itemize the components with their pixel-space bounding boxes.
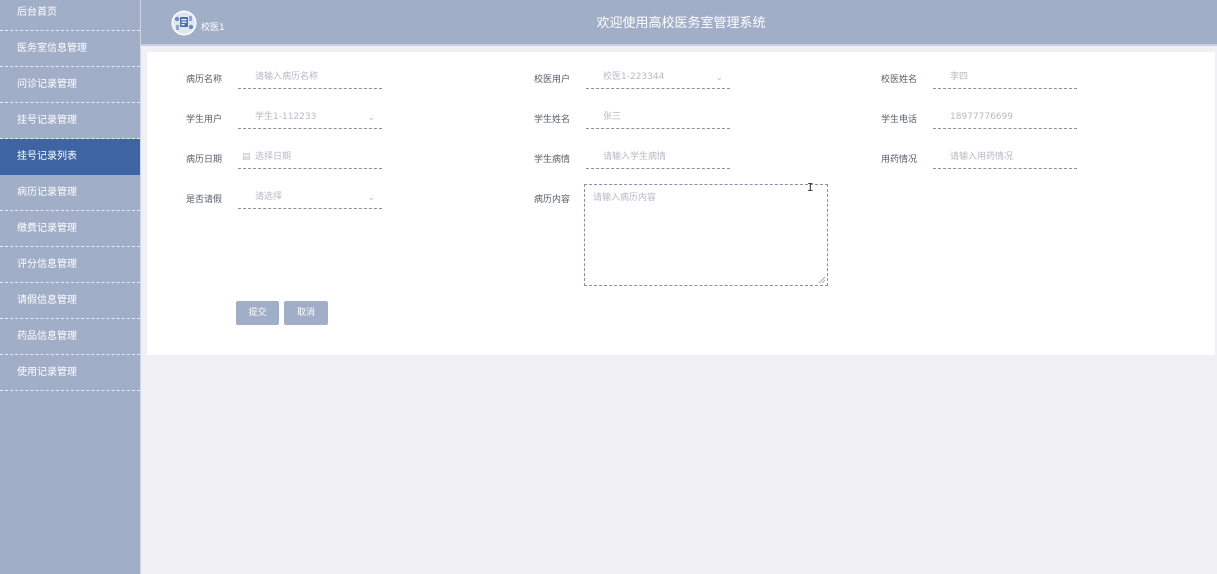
text-cursor-icon: I (807, 181, 814, 194)
student-phone-value: 18977776699 (950, 112, 1013, 122)
chevron-down-icon: ⌄ (715, 73, 723, 83)
submit-button[interactable]: 提交 (236, 301, 279, 325)
record-name-input[interactable]: 请输入病历名称 (238, 65, 382, 89)
header-bar: 校医1 欢迎使用高校医务室管理系统 (141, 0, 1217, 46)
student-user-label: 学生用户 (186, 115, 223, 125)
student-phone-input[interactable]: 18977776699 (933, 105, 1077, 129)
calendar-icon: ▤ (242, 152, 251, 162)
doctor-name-value: 李四 (950, 72, 969, 82)
sidebar-item-clinic-info[interactable]: 医务室信息管理 (0, 31, 140, 67)
record-name-placeholder: 请输入病历名称 (255, 72, 319, 82)
medication-input[interactable]: 请输入用药情况 (933, 145, 1077, 169)
sidebar: 后台首页 医务室信息管理 问诊记录管理 挂号记录管理 挂号记录列表 病历记录管理… (0, 0, 141, 574)
doctor-name-input[interactable]: 李四 (933, 65, 1077, 89)
leave-select[interactable]: 请选择 ⌄ (238, 185, 382, 209)
record-content-label: 病历内容 (534, 195, 571, 205)
student-name-label: 学生姓名 (534, 115, 571, 125)
sidebar-item-registration-list[interactable]: 挂号记录列表 (0, 139, 140, 175)
doctor-user-select[interactable]: 校医1-223344 ⌄ (586, 65, 730, 89)
medication-label: 用药情况 (881, 155, 918, 165)
record-date-picker[interactable]: ▤ 选择日期 (238, 145, 382, 169)
resize-handle-icon[interactable] (818, 276, 826, 284)
leave-placeholder: 请选择 (255, 192, 283, 202)
chevron-down-icon: ⌄ (367, 193, 375, 203)
record-name-label: 病历名称 (186, 75, 223, 85)
sidebar-item-leave-info[interactable]: 请假信息管理 (0, 283, 140, 319)
sidebar-item-medicine-info[interactable]: 药品信息管理 (0, 319, 140, 355)
student-name-input[interactable]: 张三 (586, 105, 730, 129)
medication-placeholder: 请输入用药情况 (950, 152, 1014, 162)
leave-label: 是否请假 (186, 195, 223, 205)
sidebar-item-rating-info[interactable]: 评分信息管理 (0, 247, 140, 283)
student-condition-label: 学生病情 (534, 155, 571, 165)
doctor-user-value: 校医1-223344 (603, 72, 665, 82)
student-name-value: 张三 (603, 112, 622, 122)
sidebar-item-payment-records[interactable]: 缴费记录管理 (0, 211, 140, 247)
sidebar-item-consultation-records[interactable]: 问诊记录管理 (0, 67, 140, 103)
student-condition-input[interactable]: 请输入学生病情 (586, 145, 730, 169)
page-title: 欢迎使用高校医务室管理系统 (596, 16, 766, 31)
record-date-label: 病历日期 (186, 155, 223, 165)
student-user-select[interactable]: 学生1-112233 ⌄ (238, 105, 382, 129)
doctor-name-label: 校医姓名 (881, 75, 918, 85)
sidebar-item-dashboard[interactable]: 后台首页 (0, 0, 140, 31)
doctor-user-label: 校医用户 (534, 75, 571, 85)
sidebar-item-usage-records[interactable]: 使用记录管理 (0, 355, 140, 391)
record-date-placeholder: 选择日期 (255, 152, 292, 162)
sidebar-item-medical-records[interactable]: 病历记录管理 (0, 175, 140, 211)
student-condition-placeholder: 请输入学生病情 (603, 152, 667, 162)
record-content-textarea[interactable]: 请输入病历内容 (584, 184, 828, 286)
record-content-placeholder: 请输入病历内容 (593, 193, 657, 203)
student-user-value: 学生1-112233 (255, 112, 317, 122)
cancel-button[interactable]: 取消 (284, 301, 328, 325)
medical-record-form: 病历名称 请输入病历名称 校医用户 校医1-223344 ⌄ 校医姓名 李四 学… (147, 52, 1215, 355)
sidebar-item-registration-records[interactable]: 挂号记录管理 (0, 103, 140, 139)
chevron-down-icon: ⌄ (367, 113, 375, 123)
student-phone-label: 学生电话 (881, 115, 918, 125)
